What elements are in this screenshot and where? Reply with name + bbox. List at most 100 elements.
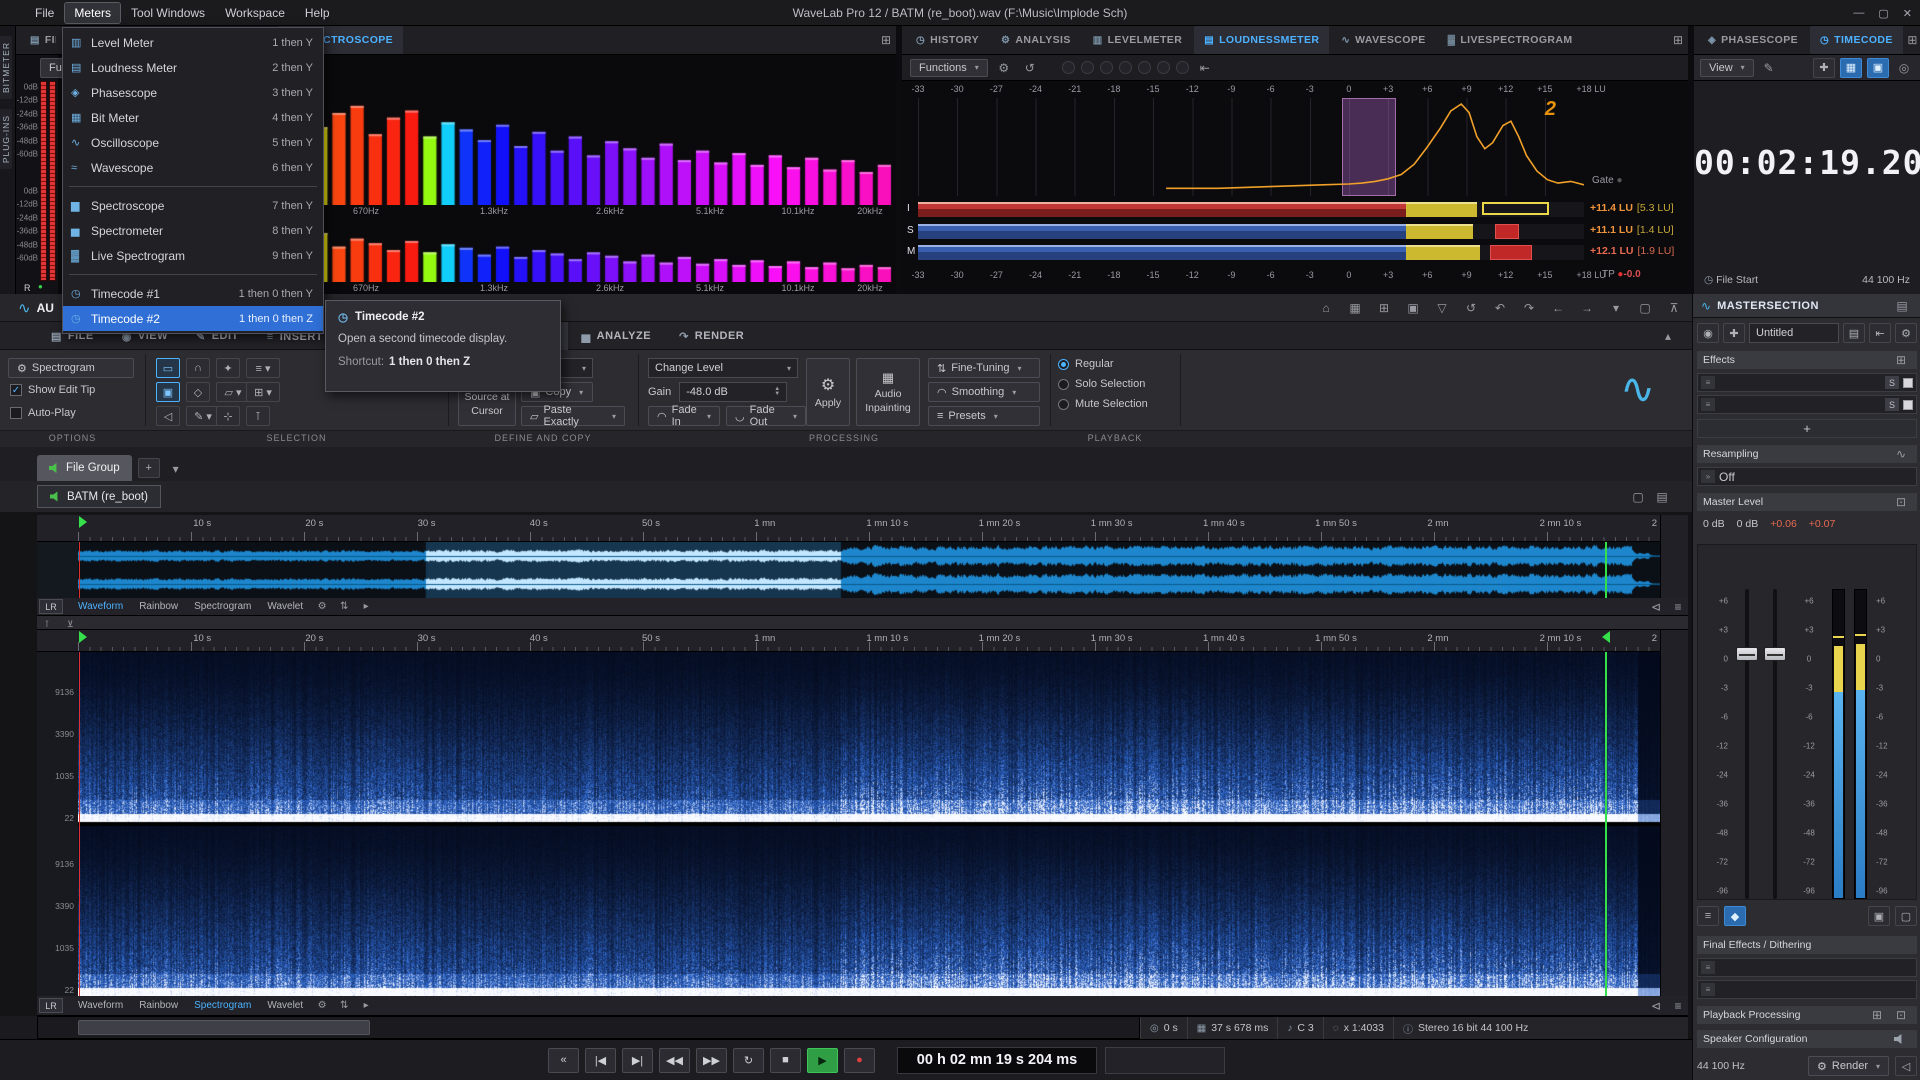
menu-item-spectroscope[interactable]: ▆Spectroscope7 then Y <box>63 193 323 218</box>
menu-item-loudness-meter[interactable]: ▤Loudness Meter2 then Y <box>63 55 323 80</box>
group-menu-icon[interactable]: ▾ <box>166 460 186 478</box>
view-sort-icon[interactable]: ⇅ <box>334 598 354 616</box>
target-icon[interactable]: ◎ <box>1894 59 1914 77</box>
gain-value-spinner[interactable]: -48.0 dB▲▼ <box>679 382 787 402</box>
go-to-end-button[interactable]: ▶| <box>622 1048 653 1073</box>
final-effect-slot[interactable]: ≡ <box>1697 980 1917 999</box>
window-control--[interactable]: ▢ <box>1878 7 1888 20</box>
scrollbar-thumb[interactable] <box>78 1020 370 1035</box>
meter-mode-icon[interactable] <box>1176 61 1189 74</box>
preset-name-field[interactable]: Untitled <box>1749 323 1839 343</box>
meter-tab-analysis[interactable]: ⚙ANALYSIS <box>991 26 1081 54</box>
menu-tool-windows[interactable]: Tool Windows <box>122 3 214 23</box>
meter-tab-timecode[interactable]: ◷TIMECODE <box>1810 26 1903 54</box>
menu-item-timecode-1[interactable]: ◷Timecode #11 then 0 then Y <box>63 281 323 306</box>
rail-tab-bitmeter[interactable]: BITMETER <box>0 36 12 99</box>
brush-tool[interactable]: ✎ ▾ <box>186 406 220 426</box>
tab-menu-icon[interactable]: ▤ <box>1652 488 1672 506</box>
redo-icon[interactable]: ↷ <box>1519 299 1539 317</box>
view-tab-spectrogram[interactable]: Spectrogram <box>187 998 258 1013</box>
monitor-icon[interactable]: ◁ <box>1895 1056 1917 1076</box>
view-tab-waveform[interactable]: Waveform <box>71 599 130 614</box>
overview-right-strip[interactable] <box>1660 515 1688 598</box>
menu-item-spectrometer[interactable]: ▅Spectrometer8 then Y <box>63 218 323 243</box>
edit-icon[interactable]: ✎ <box>1759 59 1779 77</box>
capture-icon[interactable]: ▣ <box>1867 58 1889 78</box>
view-tab-rainbow[interactable]: Rainbow <box>132 599 185 614</box>
grid-display-icon[interactable]: ▦ <box>1840 58 1862 78</box>
view-tab-waveform[interactable]: Waveform <box>71 998 130 1013</box>
detach-icon[interactable]: ▢ <box>1635 299 1655 317</box>
ruler-tool[interactable]: ⊺ <box>246 406 270 426</box>
view-tab-rainbow[interactable]: Rainbow <box>132 998 185 1013</box>
undo-icon[interactable]: ↶ <box>1490 299 1510 317</box>
add-effect-button[interactable]: + <box>1697 419 1917 438</box>
meter-tab-wavescope[interactable]: ∿WAVESCOPE <box>1331 26 1435 54</box>
file-tab[interactable]: BATM (re_boot) <box>37 485 161 508</box>
menu-item-bit-meter[interactable]: ▦Bit Meter4 then Y <box>63 105 323 130</box>
editor-tab-render[interactable]: ↷RENDER <box>665 322 758 350</box>
stop-button[interactable]: ■ <box>770 1048 801 1073</box>
nav-menu-icon[interactable]: ▾ <box>1606 299 1626 317</box>
anchor-tool[interactable]: ⊹ <box>216 406 240 426</box>
menu-item-level-meter[interactable]: ▥Level Meter1 then Y <box>63 30 323 55</box>
master-fader-left[interactable] <box>1736 589 1758 899</box>
menu-item-phasescope[interactable]: ◈Phasescope3 then Y <box>63 80 323 105</box>
power-icon[interactable]: ◉ <box>1697 323 1719 343</box>
tabbar-menu-icon[interactable]: ⊞ <box>876 31 896 49</box>
effect-slot[interactable]: ≡S <box>1697 395 1917 414</box>
playback-option-solo-selection[interactable]: Solo Selection <box>1058 378 1148 390</box>
resampling-icon[interactable]: ∿ <box>1891 447 1911 461</box>
play-button[interactable]: ▶ <box>807 1048 838 1073</box>
lasso-tool[interactable]: ∩ <box>186 358 210 378</box>
apply-button[interactable]: ⚙Apply <box>806 358 850 426</box>
solo-button[interactable]: S <box>1885 398 1899 411</box>
history-icon[interactable]: ↺ <box>1461 299 1481 317</box>
view-tab-spectrogram[interactable]: Spectrogram <box>187 599 258 614</box>
master-fader-right[interactable] <box>1764 589 1786 899</box>
folder-icon[interactable]: ▢ <box>1895 906 1917 926</box>
nav-forward-icon[interactable]: → <box>1577 299 1597 317</box>
view-play-icon[interactable]: ▸ <box>356 997 376 1015</box>
record-button[interactable]: ● <box>844 1048 875 1073</box>
playback-option-mute-selection[interactable]: Mute Selection <box>1058 398 1148 410</box>
preset-menu-icon[interactable]: ▤ <box>1843 323 1865 343</box>
fade-in-button[interactable]: ◠Fade In▾ <box>648 406 720 426</box>
fine-tuning-button[interactable]: ⇅Fine-Tuning▾ <box>928 358 1040 378</box>
channel-selector[interactable]: LR <box>39 998 63 1013</box>
view-tab-wavelet[interactable]: Wavelet <box>260 998 310 1013</box>
meter-tab-loudnessmeter[interactable]: ▤LOUDNESSMETER <box>1194 26 1329 54</box>
loop-button[interactable]: ↻ <box>733 1048 764 1073</box>
drag-handle-icon[interactable]: ≡ <box>1701 398 1715 411</box>
meter-tab-phasescope[interactable]: ◈PHASESCOPE <box>1698 26 1808 54</box>
menu-file[interactable]: File <box>26 3 63 23</box>
fade-out-button[interactable]: ◡Fade Out▾ <box>726 406 806 426</box>
meter-mode-icon[interactable] <box>1157 61 1170 74</box>
time-range-tool[interactable]: ▭ <box>156 358 180 378</box>
meter-tab-file[interactable]: ▤FILE <box>20 26 56 54</box>
menu-help[interactable]: Help <box>296 3 339 23</box>
nav-back-icon[interactable]: ← <box>1548 299 1568 317</box>
loudness-functions-button[interactable]: Functions▾ <box>910 59 988 77</box>
open-file-icon[interactable]: ▣ <box>1403 299 1423 317</box>
view-tab-wavelet[interactable]: Wavelet <box>260 599 310 614</box>
menu-icon[interactable]: ⊡ <box>1891 1008 1911 1022</box>
meter-tab-livespectrogram[interactable]: ▓LIVESPECTROGRAM <box>1438 26 1583 54</box>
audio-inpainting-button[interactable]: ▦ AudioInpainting <box>856 358 920 426</box>
splitter[interactable]: ⊺ ⊻ <box>37 616 1688 630</box>
meter-mode-icon[interactable] <box>1138 61 1151 74</box>
rewind-display-icon[interactable]: ⇤ <box>1195 59 1215 77</box>
meter-menu-icon[interactable]: ≡ <box>1697 906 1719 926</box>
wand-tool[interactable]: ✦ <box>216 358 240 378</box>
list-icon[interactable]: ≡ <box>1668 997 1688 1015</box>
meter-mode-icon[interactable] <box>1062 61 1075 74</box>
tab-list-icon[interactable]: ▢ <box>1628 488 1648 506</box>
horizontal-scrollbar[interactable] <box>37 1016 1140 1039</box>
drag-handle-icon[interactable]: ≡ <box>1701 376 1715 389</box>
meter-mode-icon[interactable] <box>1081 61 1094 74</box>
shape-tool[interactable]: ▱ ▾ <box>216 382 250 402</box>
window-control--[interactable]: ✕ <box>1903 7 1912 20</box>
main-ruler[interactable]: 10 s20 s30 s40 s50 s1 mn1 mn 10 s1 mn 20… <box>78 630 1660 652</box>
slot-state-icon[interactable] <box>1903 378 1913 388</box>
effects-menu-icon[interactable]: ⊞ <box>1891 353 1911 367</box>
